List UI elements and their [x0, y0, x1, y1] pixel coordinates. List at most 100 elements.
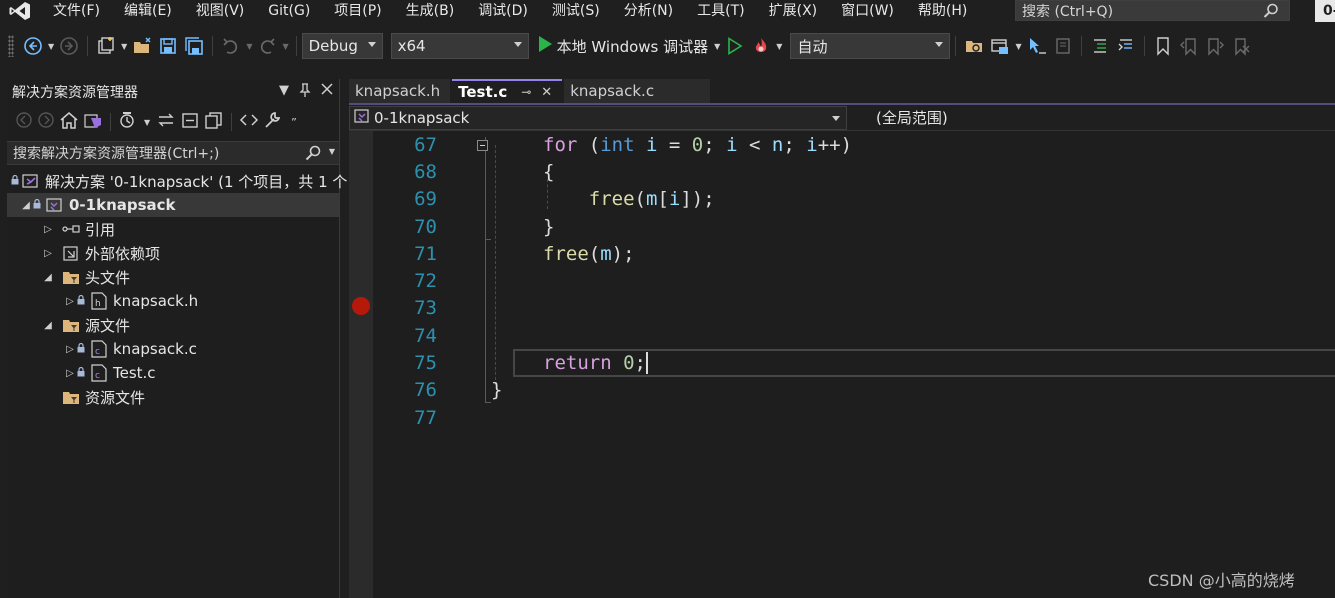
- solution-platform-select[interactable]: x64: [390, 33, 529, 59]
- folder-view-icon[interactable]: [963, 35, 985, 57]
- next-bookmark-icon[interactable]: [1204, 35, 1226, 57]
- tab-knapsack-h[interactable]: knapsack.h: [349, 79, 451, 103]
- chevron-down-icon[interactable]: ▼: [246, 42, 252, 51]
- save-all-icon[interactable]: [183, 35, 205, 57]
- navigate-back-icon[interactable]: [22, 35, 44, 57]
- previous-bookmark-icon[interactable]: [1178, 35, 1200, 57]
- menu-analyze[interactable]: 分析(N): [612, 0, 685, 22]
- code-editor[interactable]: 67 for (int i = 0; i < n; i++) 68{69 free(…: [349, 131, 1335, 598]
- chevron-down-icon[interactable]: ▼: [144, 118, 150, 127]
- window-layout-icon[interactable]: [989, 35, 1011, 57]
- collapse-region-icon[interactable]: [477, 134, 488, 156]
- clear-bookmarks-icon[interactable]: [1230, 35, 1252, 57]
- breakpoint-icon[interactable]: [352, 297, 370, 315]
- document-outline-icon[interactable]: [1052, 35, 1074, 57]
- menu-project[interactable]: 项目(P): [322, 0, 393, 22]
- home-icon[interactable]: [59, 111, 79, 133]
- collapse-all-icon[interactable]: [180, 111, 200, 133]
- tree-item[interactable]: 资源文件: [7, 385, 339, 409]
- project-scope-select[interactable]: 0-1knapsack: [349, 105, 847, 130]
- menu-build[interactable]: 生成(B): [394, 0, 467, 22]
- collapsed-arrow-icon[interactable]: ▷: [63, 296, 77, 307]
- close-icon[interactable]: ✕: [541, 85, 552, 100]
- chevron-down-icon[interactable]: ▼: [329, 147, 335, 156]
- menu-debug[interactable]: 调试(D): [466, 0, 540, 22]
- expanded-arrow-icon[interactable]: ◢: [19, 200, 33, 211]
- debug-target-select[interactable]: 自动: [790, 33, 951, 59]
- new-project-icon[interactable]: [95, 35, 117, 57]
- tree-item[interactable]: ▷ 外部依赖项: [7, 241, 339, 265]
- collapsed-arrow-icon[interactable]: ▷: [63, 344, 77, 355]
- code-line[interactable]: 71 free(m);: [373, 240, 1335, 267]
- menu-view[interactable]: 视图(V): [184, 0, 257, 22]
- tree-item[interactable]: ◢ 0-1knapsack: [7, 193, 339, 217]
- chevron-down-icon[interactable]: ▼: [48, 42, 54, 51]
- code-line[interactable]: 76}: [373, 377, 1335, 404]
- solution-configuration-select[interactable]: Debug: [301, 33, 383, 59]
- chevron-down-icon[interactable]: ▼: [776, 42, 782, 51]
- undo-icon[interactable]: [220, 35, 242, 57]
- code-line[interactable]: 70}: [373, 213, 1335, 240]
- save-icon[interactable]: [157, 35, 179, 57]
- tree-item[interactable]: ◢ 源文件: [7, 313, 339, 337]
- navigate-forward-icon[interactable]: [58, 35, 80, 57]
- tree-item[interactable]: ▷ c Test.c: [7, 361, 339, 385]
- visual-studio-logo-icon[interactable]: [0, 0, 40, 22]
- expanded-arrow-icon[interactable]: ◢: [41, 272, 55, 283]
- code-view-icon[interactable]: [239, 111, 259, 133]
- pending-changes-icon[interactable]: [118, 111, 138, 133]
- code-line[interactable]: 73: [373, 295, 1335, 322]
- menu-window[interactable]: 窗口(W): [829, 0, 906, 22]
- menu-edit[interactable]: 编辑(E): [112, 0, 184, 22]
- uncomment-lines-icon[interactable]: [1115, 35, 1137, 57]
- bookmark-icon[interactable]: [1152, 35, 1174, 57]
- collapsed-arrow-icon[interactable]: ▷: [41, 248, 55, 259]
- tab-knapsack-c[interactable]: knapsack.c: [564, 79, 711, 103]
- chevron-down-icon[interactable]: ▼: [121, 42, 127, 51]
- toolbar-grip[interactable]: [8, 35, 14, 57]
- select-element-icon[interactable]: [1026, 35, 1048, 57]
- window-position-icon[interactable]: ▼: [279, 83, 289, 101]
- close-icon[interactable]: [321, 83, 333, 101]
- tree-item[interactable]: ▷ c knapsack.c: [7, 337, 339, 361]
- tree-item[interactable]: ◢ 头文件: [7, 265, 339, 289]
- menu-file[interactable]: 文件(F): [40, 0, 112, 22]
- pin-icon[interactable]: ⊸: [521, 85, 531, 99]
- chevron-down-icon[interactable]: ▼: [282, 42, 288, 51]
- collapsed-arrow-icon[interactable]: ▷: [41, 224, 55, 235]
- tree-item[interactable]: 解决方案 '0-1knapsack' (1 个项目，共 1 个: [7, 169, 347, 193]
- open-file-icon[interactable]: [131, 35, 153, 57]
- back-icon[interactable]: [15, 111, 33, 133]
- code-line[interactable]: 74: [373, 322, 1335, 349]
- menu-git[interactable]: Git(G): [256, 0, 322, 22]
- global-scope-select[interactable]: (全局范围): [847, 105, 1335, 130]
- switch-views-icon[interactable]: [83, 111, 103, 133]
- solution-name-badge[interactable]: 0-: [1315, 0, 1335, 22]
- start-without-debugging-icon[interactable]: [724, 35, 746, 57]
- indicator-margin[interactable]: [349, 131, 373, 598]
- code-line[interactable]: 72: [373, 267, 1335, 294]
- collapsed-arrow-icon[interactable]: ▷: [63, 368, 77, 379]
- menu-tools[interactable]: 工具(T): [685, 0, 756, 22]
- tree-item[interactable]: ▷ 引用: [7, 217, 339, 241]
- code-line[interactable]: 68 {: [373, 158, 1335, 185]
- menu-extensions[interactable]: 扩展(X): [757, 0, 830, 22]
- expanded-arrow-icon[interactable]: ◢: [41, 320, 55, 331]
- overflow-icon[interactable]: ”: [291, 116, 297, 129]
- tree-item[interactable]: ▷ h knapsack.h: [7, 289, 339, 313]
- code-line[interactable]: 69 free(m[i]);: [373, 186, 1335, 213]
- start-debugging-button[interactable]: 本地 Windows 调试器 ▼: [537, 35, 723, 57]
- code-line[interactable]: 77: [373, 404, 1335, 431]
- properties-wrench-icon[interactable]: [263, 111, 283, 133]
- pin-icon[interactable]: [299, 83, 311, 101]
- redo-icon[interactable]: [256, 35, 278, 57]
- solution-search-input[interactable]: 搜索解决方案资源管理器(Ctrl+;) ▼: [7, 141, 339, 165]
- tab-test-c[interactable]: Test.c ⊸ ✕: [452, 79, 563, 103]
- code-line[interactable]: 67 for (int i = 0; i < n; i++): [373, 131, 1335, 158]
- chevron-down-icon[interactable]: ▼: [1015, 42, 1021, 51]
- show-all-files-icon[interactable]: [204, 111, 224, 133]
- code-line[interactable]: 75 return 0;: [373, 349, 1335, 376]
- comment-lines-icon[interactable]: [1089, 35, 1111, 57]
- hot-reload-icon[interactable]: [750, 35, 772, 57]
- forward-icon[interactable]: [37, 111, 55, 133]
